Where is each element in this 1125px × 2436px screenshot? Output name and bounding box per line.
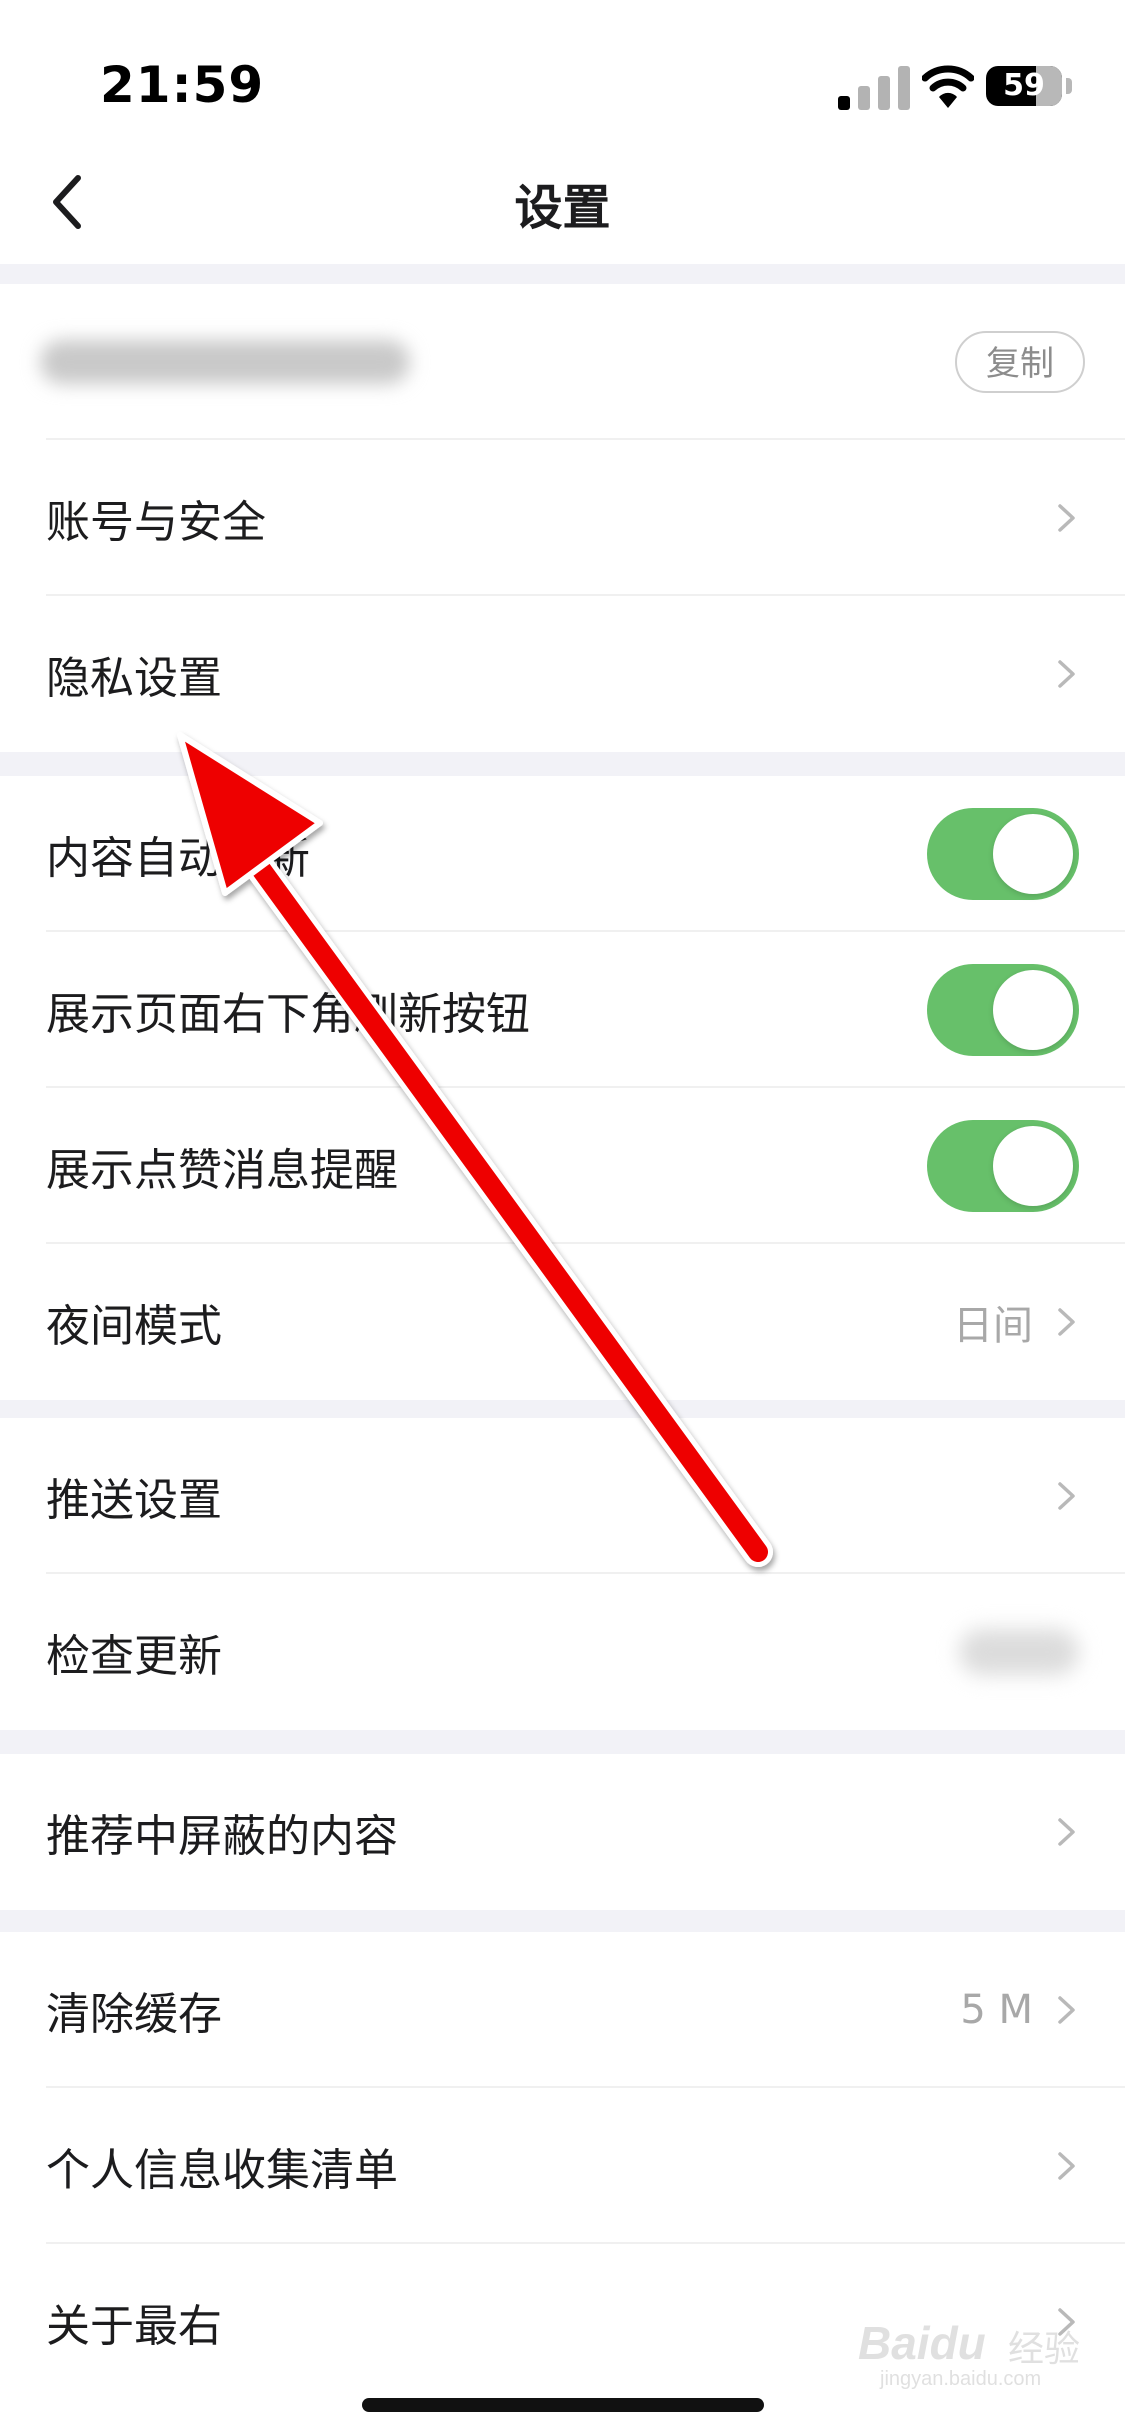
status-time: 21:59 bbox=[100, 56, 265, 114]
row-check-update[interactable]: 检查更新 bbox=[0, 1574, 1125, 1730]
row-label: 展示页面右下角刷新按钮 bbox=[46, 989, 530, 1040]
like-notification-toggle[interactable] bbox=[927, 1120, 1079, 1212]
row-label: 检查更新 bbox=[46, 1631, 222, 1682]
row-label: 账号与安全 bbox=[46, 497, 266, 548]
battery-icon: 59 bbox=[986, 66, 1062, 106]
row-night-mode[interactable]: 夜间模式 日间 bbox=[0, 1244, 1125, 1400]
row-label: 展示点赞消息提醒 bbox=[46, 1145, 398, 1196]
chevron-right-icon bbox=[1058, 660, 1075, 688]
chevron-right-icon bbox=[1058, 2152, 1075, 2180]
status-bar: 21:59 59 bbox=[0, 0, 1125, 140]
account-group: 复制 账号与安全 隐私设置 bbox=[0, 284, 1125, 752]
row-account-security[interactable]: 账号与安全 bbox=[0, 440, 1125, 596]
row-like-notifications: 展示点赞消息提醒 bbox=[0, 1088, 1125, 1244]
row-label: 推荐中屏蔽的内容 bbox=[46, 1811, 398, 1862]
row-label: 推送设置 bbox=[46, 1475, 222, 1526]
row-show-refresh-button: 展示页面右下角刷新按钮 bbox=[0, 932, 1125, 1088]
signal-icon bbox=[838, 66, 910, 110]
copy-button[interactable]: 复制 bbox=[955, 331, 1085, 393]
row-personal-info-list[interactable]: 个人信息收集清单 bbox=[0, 2088, 1125, 2244]
push-group: 推送设置 检查更新 bbox=[0, 1418, 1125, 1730]
chevron-right-icon bbox=[1058, 1818, 1075, 1846]
chevron-right-icon bbox=[1058, 1308, 1075, 1336]
row-label: 清除缓存 bbox=[46, 1989, 222, 2040]
user-id-row: 复制 bbox=[0, 284, 1125, 440]
blocked-group: 推荐中屏蔽的内容 bbox=[0, 1754, 1125, 1910]
chevron-right-icon bbox=[1058, 1482, 1075, 1510]
display-group: 内容自动刷新 展示页面右下角刷新按钮 展示点赞消息提醒 夜间模式 日间 bbox=[0, 776, 1125, 1400]
wifi-icon bbox=[922, 65, 974, 108]
refresh-button-toggle[interactable] bbox=[927, 964, 1079, 1056]
nav-bar: 设置 bbox=[0, 140, 1125, 264]
night-mode-value: 日间 bbox=[953, 1303, 1033, 1349]
watermark-cn: 经验 bbox=[1008, 2328, 1081, 2369]
row-label: 内容自动刷新 bbox=[46, 833, 310, 884]
battery-tip bbox=[1066, 78, 1072, 94]
page-title: 设置 bbox=[514, 180, 611, 236]
row-push-settings[interactable]: 推送设置 bbox=[0, 1418, 1125, 1574]
watermark-brand: Baidu bbox=[858, 2317, 986, 2369]
user-id-blurred bbox=[40, 340, 410, 384]
battery-level: 59 bbox=[1003, 68, 1045, 103]
chevron-right-icon bbox=[1058, 1996, 1075, 2024]
row-content-auto-refresh: 内容自动刷新 bbox=[0, 776, 1125, 932]
row-label: 关于最右 bbox=[46, 2301, 222, 2352]
row-blocked-content[interactable]: 推荐中屏蔽的内容 bbox=[0, 1754, 1125, 1910]
watermark-url: jingyan.baidu.com bbox=[880, 2368, 1042, 2390]
baidu-watermark: Baidu 经验 jingyan.baidu.com bbox=[858, 2306, 1088, 2396]
chevron-right-icon bbox=[1058, 504, 1075, 532]
row-label: 隐私设置 bbox=[46, 653, 222, 704]
row-clear-cache[interactable]: 清除缓存 5 M bbox=[0, 1932, 1125, 2088]
row-privacy-settings[interactable]: 隐私设置 bbox=[0, 596, 1125, 752]
cache-size-value: 5 M bbox=[960, 1987, 1033, 2033]
auto-refresh-toggle[interactable] bbox=[927, 808, 1079, 900]
version-blurred bbox=[959, 1629, 1079, 1675]
home-indicator[interactable] bbox=[362, 2398, 764, 2412]
row-label: 个人信息收集清单 bbox=[46, 2145, 398, 2196]
row-label: 夜间模式 bbox=[46, 1301, 222, 1352]
